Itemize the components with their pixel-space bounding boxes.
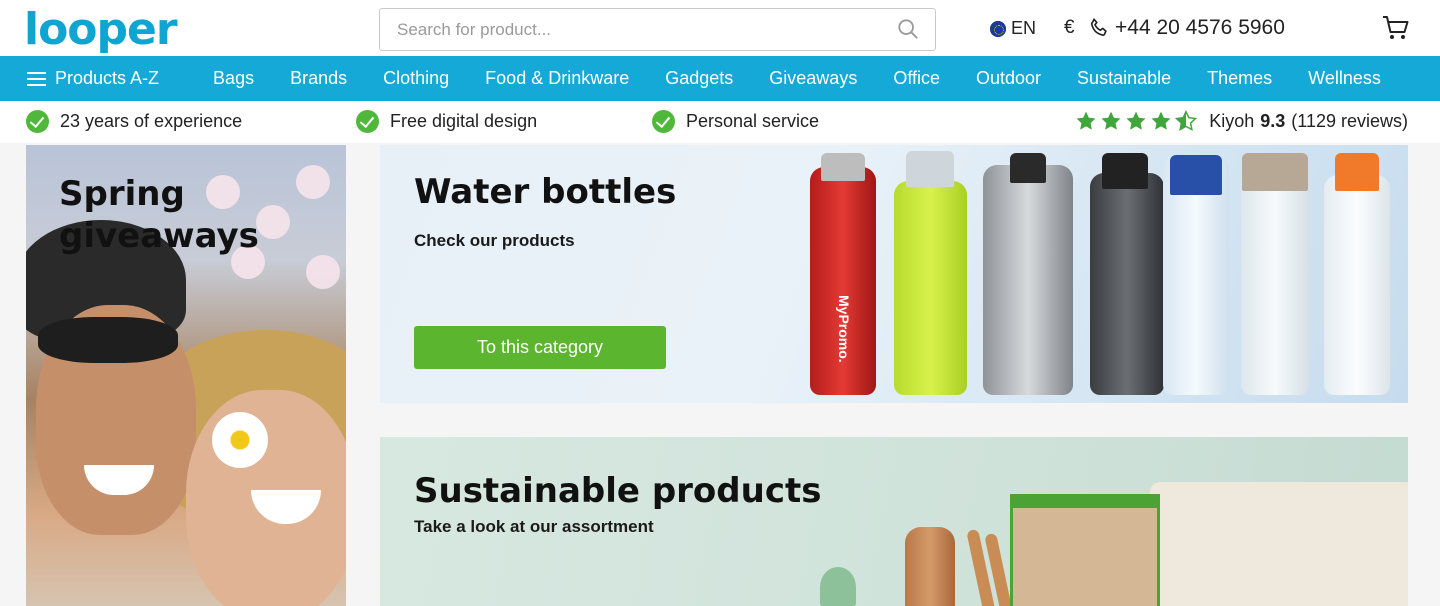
star-icon: [1101, 111, 1121, 130]
bottle-orange-cap: [1324, 175, 1390, 395]
daisy-flower: [212, 412, 268, 468]
hamburger-icon: [27, 71, 46, 86]
water-bottles-title: Water bottles: [414, 172, 677, 212]
nav-item-giveaways[interactable]: Giveaways: [769, 68, 857, 89]
nav-item-bags[interactable]: Bags: [213, 68, 254, 89]
cart-icon[interactable]: [1381, 14, 1411, 42]
usp-personal-service: Personal service: [652, 110, 819, 133]
logo[interactable]: looper: [24, 6, 178, 54]
nav-item-office[interactable]: Office: [893, 68, 940, 89]
currency-selector[interactable]: €: [1064, 17, 1075, 39]
products-menu-toggle[interactable]: Products A-Z: [27, 68, 177, 89]
phone-icon: [1090, 18, 1107, 36]
nav-item-wellness[interactable]: Wellness: [1308, 68, 1381, 89]
check-icon: [652, 110, 675, 133]
spring-giveaways-title: Spring giveaways: [59, 174, 259, 256]
bottle-aluminium: [983, 165, 1073, 395]
sustainable-products-banner[interactable]: Sustainable products Take a look at our …: [380, 437, 1408, 606]
usp-label: Free digital design: [390, 111, 538, 131]
bottle-clear: [1241, 165, 1309, 395]
nav-item-gadgets[interactable]: Gadgets: [665, 68, 733, 89]
nav-item-food-drinkware[interactable]: Food & Drinkware: [485, 68, 629, 89]
nav-item-products-az: Products A-Z: [55, 68, 160, 88]
eu-flag-icon: [990, 20, 1006, 37]
sustainable-title: Sustainable products: [414, 471, 822, 511]
water-bottles-banner[interactable]: Water bottles Check our products To this…: [380, 145, 1408, 403]
star-icon: [1126, 111, 1146, 130]
search-box[interactable]: [379, 8, 936, 51]
usp-bar: 23 years of experience Free digital desi…: [0, 101, 1440, 143]
nav-item-outdoor[interactable]: Outdoor: [976, 68, 1041, 89]
bottle-brand-label: MyPromo.: [836, 295, 852, 363]
search-input[interactable]: [380, 9, 880, 50]
rating-score: 9.3: [1260, 110, 1286, 131]
plant-decoration: [820, 567, 856, 606]
bottle-grey: [1090, 173, 1164, 395]
wood-bottle: [905, 527, 955, 606]
eco-notebook: [1010, 494, 1160, 606]
nav-item-brands[interactable]: Brands: [290, 68, 347, 89]
usp-free-design: Free digital design: [356, 110, 537, 133]
rating-reviews: (1129 reviews): [1291, 110, 1408, 131]
review-rating[interactable]: Kiyoh 9.3 (1129 reviews): [1075, 110, 1408, 132]
check-icon: [356, 110, 379, 133]
usp-experience: 23 years of experience: [26, 110, 242, 133]
language-selector[interactable]: EN: [990, 18, 1036, 39]
language-label: EN: [1011, 18, 1037, 38]
phone-link[interactable]: +44 20 4576 5960: [1088, 16, 1285, 40]
phone-number: +44 20 4576 5960: [1115, 16, 1285, 39]
spring-giveaways-banner[interactable]: Spring giveaways: [26, 145, 346, 606]
star-half-icon: [1175, 110, 1198, 132]
nav-item-clothing[interactable]: Clothing: [383, 68, 449, 89]
to-category-button[interactable]: To this category: [414, 326, 666, 369]
search-icon[interactable]: [897, 18, 919, 40]
star-icon: [1151, 111, 1171, 130]
main-nav: Products A-Z Bags Brands Clothing Food &…: [0, 56, 1440, 101]
water-bottles-subtitle: Check our products: [414, 231, 575, 250]
rating-source: Kiyoh: [1209, 110, 1255, 131]
sustainable-subtitle: Take a look at our assortment: [414, 517, 654, 536]
usp-label: Personal service: [686, 111, 820, 131]
nav-item-themes[interactable]: Themes: [1207, 68, 1272, 89]
bottle-lime: [894, 181, 967, 395]
site-header: looper EN € +44 20 4576 5960: [0, 0, 1440, 56]
sunglasses: [38, 317, 178, 363]
nav-item-sustainable[interactable]: Sustainable: [1077, 68, 1171, 89]
tote-bag: [1150, 482, 1408, 606]
usp-label: 23 years of experience: [60, 111, 243, 131]
check-icon: [26, 110, 49, 133]
star-icon: [1076, 111, 1096, 130]
rating-stars: [1075, 110, 1198, 132]
